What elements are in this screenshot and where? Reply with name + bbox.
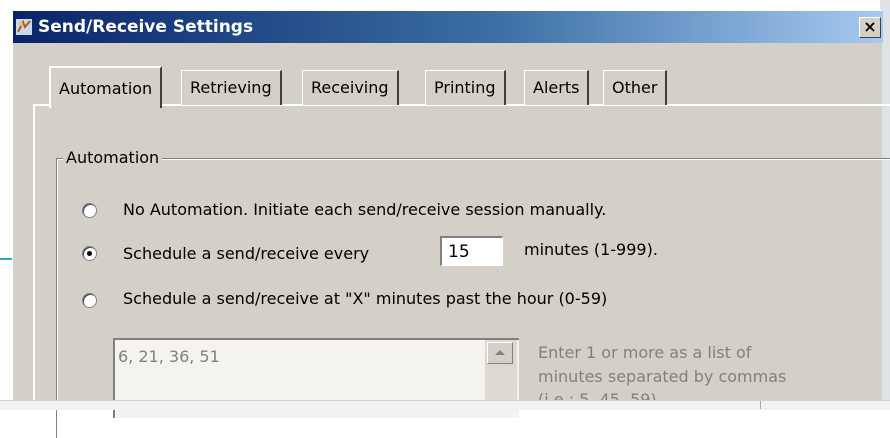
tab-alerts[interactable]: Alerts bbox=[524, 70, 590, 105]
hint-line-2: minutes separated by commas bbox=[538, 367, 787, 386]
hint-line-1: Enter 1 or more as a list of bbox=[538, 343, 752, 362]
tab-receiving[interactable]: Receiving bbox=[302, 70, 399, 105]
radio-minutes-past-hour[interactable] bbox=[82, 293, 97, 308]
every-minutes-suffix: minutes (1-999). bbox=[524, 240, 658, 259]
every-minutes-input[interactable] bbox=[440, 236, 503, 266]
radio-selected-dot bbox=[87, 251, 92, 256]
background-left bbox=[0, 0, 12, 409]
radio-no-automation[interactable] bbox=[82, 203, 97, 218]
scroll-up-button[interactable] bbox=[487, 342, 513, 364]
tab-printing[interactable]: Printing bbox=[425, 70, 506, 105]
tab-other[interactable]: Other bbox=[603, 70, 668, 105]
app-icon bbox=[15, 18, 33, 36]
panel-edge-tick bbox=[760, 401, 761, 409]
radio-schedule-every-label[interactable]: Schedule a send/receive every bbox=[123, 244, 369, 263]
radio-no-automation-label[interactable]: No Automation. Initiate each send/receiv… bbox=[123, 200, 606, 219]
window-title: Send/Receive Settings bbox=[38, 17, 254, 37]
automation-group-label: Automation bbox=[63, 148, 163, 167]
tab-automation[interactable]: Automation bbox=[49, 66, 163, 108]
radio-schedule-every[interactable] bbox=[82, 246, 97, 261]
close-button[interactable]: × bbox=[859, 17, 881, 38]
arrow-up-icon bbox=[495, 350, 505, 355]
tab-retrieving[interactable]: Retrieving bbox=[181, 70, 282, 105]
title-bar[interactable]: Send/Receive Settings × bbox=[13, 11, 883, 43]
radio-minutes-past-hour-label[interactable]: Schedule a send/receive at "X" minutes p… bbox=[123, 289, 607, 308]
minutes-past-hour-value: 6, 21, 36, 51 bbox=[118, 347, 220, 366]
